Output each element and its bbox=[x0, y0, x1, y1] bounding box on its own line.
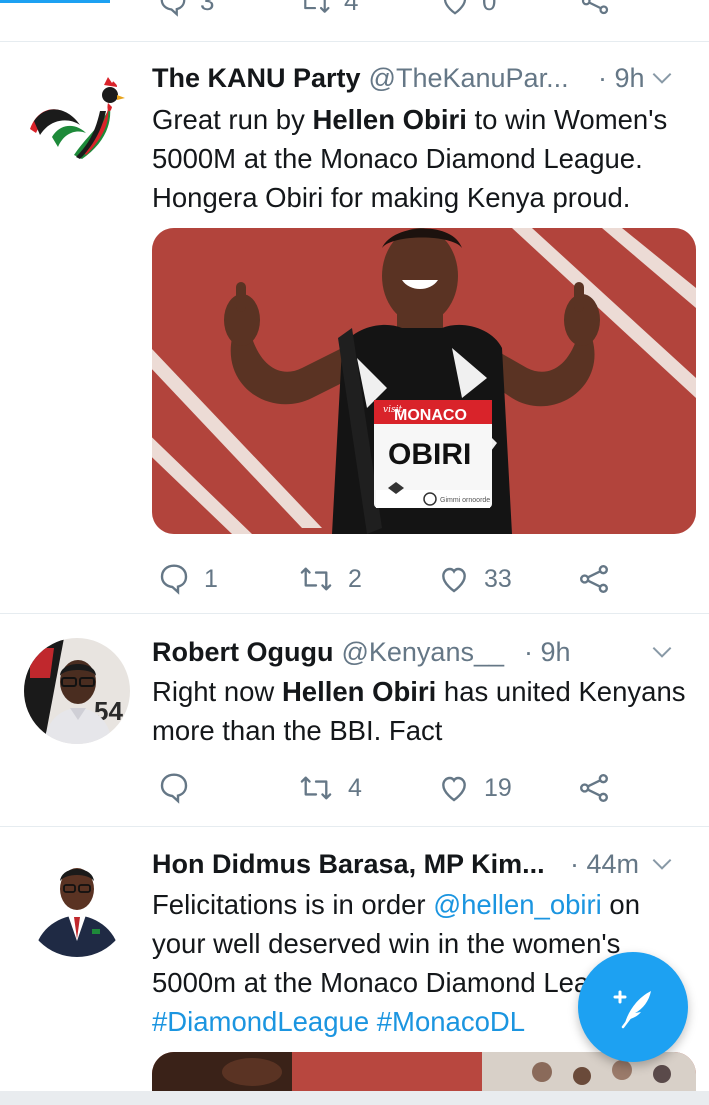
tweet-actions: 1 2 33 bbox=[152, 559, 672, 599]
prev-like-count: 0 bbox=[482, 0, 497, 16]
reply-button[interactable]: 1 bbox=[158, 559, 218, 599]
tweet-time[interactable]: · 44m bbox=[570, 849, 639, 880]
author-name[interactable]: Hon Didmus Barasa, MP Kim... bbox=[152, 849, 545, 880]
like-count: 33 bbox=[484, 564, 512, 593]
chevron-down-icon[interactable] bbox=[649, 639, 675, 665]
reply-icon bbox=[160, 773, 188, 804]
author-handle[interactable]: @Kenyans__ bbox=[341, 637, 504, 668]
prev-reply-count: 3 bbox=[200, 0, 215, 16]
user-photo: 54 bbox=[24, 638, 130, 744]
tweet-card[interactable]: The KANU Party @TheKanuPar... · 9h Great… bbox=[0, 43, 709, 614]
compose-feather-icon bbox=[613, 990, 651, 1029]
prev-retweet-count: 4 bbox=[344, 0, 359, 16]
reply-button[interactable] bbox=[158, 768, 204, 808]
previous-tweet: 3 4 0 bbox=[0, 0, 709, 42]
retweet-icon bbox=[300, 776, 332, 800]
heart-icon bbox=[442, 567, 466, 593]
avatar[interactable]: 54 bbox=[24, 638, 130, 744]
heart-icon bbox=[444, 0, 466, 15]
heart-icon bbox=[442, 776, 466, 802]
prev-share-button[interactable] bbox=[580, 0, 610, 16]
athlete-photo: visit MONACO OBIRI Gimmi ornoorde bbox=[152, 228, 696, 534]
retweet-count: 4 bbox=[348, 773, 362, 802]
bib-sponsor: Gimmi ornoorde bbox=[440, 497, 490, 504]
share-icon bbox=[580, 774, 608, 802]
retweet-icon bbox=[304, 0, 330, 13]
tweet-text: Right now Hellen Obiri has united Kenyan… bbox=[152, 672, 697, 750]
user-photo bbox=[24, 851, 130, 957]
chevron-down-icon[interactable] bbox=[649, 65, 675, 91]
kanu-rooster-logo bbox=[24, 67, 130, 173]
reply-count: 1 bbox=[204, 564, 218, 593]
compose-tweet-button[interactable] bbox=[578, 952, 688, 1062]
bold-name: Hellen Obiri bbox=[312, 104, 467, 135]
avatar[interactable] bbox=[24, 851, 130, 957]
text-segment: Felicitations is in order bbox=[152, 889, 434, 920]
mention-link[interactable]: @hellen_obiri bbox=[433, 889, 602, 920]
retweet-icon bbox=[300, 567, 332, 591]
text-segment: Right now bbox=[152, 676, 282, 707]
like-button[interactable]: 33 bbox=[438, 559, 512, 599]
share-button[interactable] bbox=[578, 768, 610, 808]
tweet-actions: 4 19 bbox=[152, 768, 672, 808]
prev-retweet-button[interactable]: 4 bbox=[298, 0, 358, 17]
retweet-button[interactable]: 4 bbox=[298, 768, 362, 808]
previous-tweet-actions: 3 4 0 bbox=[0, 0, 709, 17]
tweet-time[interactable]: · 9h bbox=[598, 63, 645, 94]
chevron-down-icon[interactable] bbox=[649, 851, 675, 877]
reply-icon bbox=[160, 564, 188, 595]
share-icon bbox=[581, 0, 609, 15]
author-name[interactable]: Robert Ogugu bbox=[152, 637, 333, 668]
bold-name: Hellen Obiri bbox=[281, 676, 437, 707]
prev-like-button[interactable]: 0 bbox=[440, 0, 496, 17]
author-handle[interactable]: @TheKanuPar... bbox=[369, 63, 569, 94]
hashtag-links[interactable]: #DiamondLeague #MonacoDL bbox=[152, 1006, 525, 1037]
bottom-edge bbox=[0, 1091, 709, 1105]
tweet-text: Great run by Hellen Obiri to win Women's… bbox=[152, 100, 697, 217]
prev-reply-button[interactable]: 3 bbox=[158, 0, 214, 17]
tweet-card[interactable]: 54 Robert Ogugu @Kenyans__ · 9h Right no… bbox=[0, 614, 709, 827]
share-button[interactable] bbox=[578, 559, 610, 599]
reply-icon bbox=[160, 0, 186, 17]
tweet-header: The KANU Party @TheKanuPar... · 9h bbox=[152, 61, 693, 95]
bib-name: OBIRI bbox=[388, 438, 471, 471]
like-button[interactable]: 19 bbox=[438, 768, 512, 808]
author-name[interactable]: The KANU Party bbox=[152, 63, 361, 94]
like-count: 19 bbox=[484, 773, 512, 802]
bib-brand: MONACO bbox=[394, 407, 467, 424]
retweet-count: 2 bbox=[348, 564, 362, 593]
tweet-header: Hon Didmus Barasa, MP Kim... · 44m bbox=[152, 847, 693, 881]
tweet-time[interactable]: · 9h bbox=[524, 637, 571, 668]
avatar[interactable] bbox=[24, 67, 130, 173]
tweet-image[interactable]: visit MONACO OBIRI Gimmi ornoorde bbox=[152, 228, 696, 534]
tweet-header: Robert Ogugu @Kenyans__ · 9h bbox=[152, 635, 693, 669]
text-segment: Great run by bbox=[152, 104, 313, 135]
retweet-button[interactable]: 2 bbox=[298, 559, 362, 599]
share-icon bbox=[580, 565, 608, 593]
